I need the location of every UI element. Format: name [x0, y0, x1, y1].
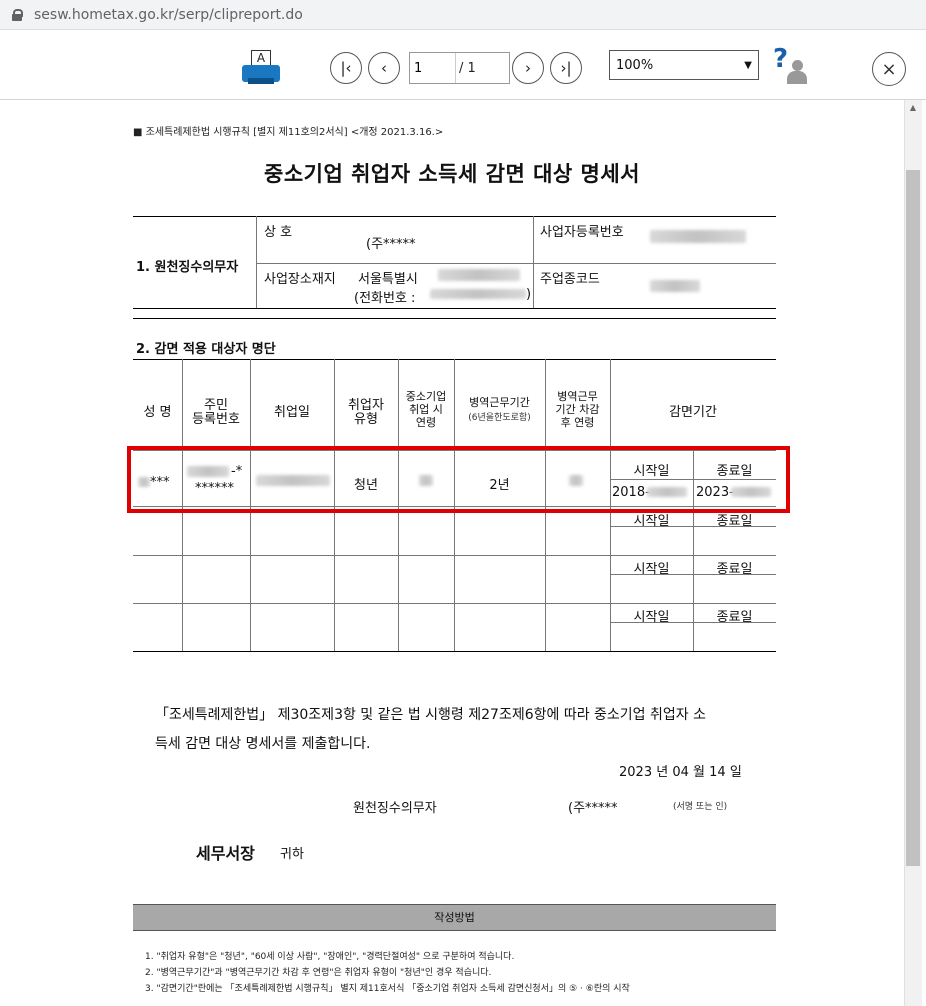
tax-office: 세무서장: [196, 844, 255, 863]
url-text[interactable]: sesw.hometax.go.kr/serp/clipreport.do: [34, 7, 303, 23]
print-tray: [248, 78, 274, 84]
address-redacted: [438, 269, 520, 281]
form-reference: ■ 조세특례제한법 시행규칙 [별지 제11호의2서식] <개정 2021.3.…: [133, 127, 444, 138]
address-city: 서울특별시: [358, 272, 418, 287]
help-icon[interactable]: ?: [773, 44, 813, 88]
signature-note: (서명 또는 인): [673, 802, 728, 812]
section1-label: 1. 원천징수의무자: [136, 260, 239, 275]
date-day-unit: 일: [729, 765, 742, 780]
close-button[interactable]: ×: [872, 52, 906, 86]
col-military-header-1: 병역근무기간: [469, 396, 530, 409]
table1-vline-2: [533, 216, 534, 308]
table1-mid-line: [256, 263, 776, 264]
col-adjusted-age-header-3: 후 연령: [560, 416, 595, 429]
instruction-1: 1. "취업자 유형"은 "청년", "60세 이상 사람", "장애인", "…: [145, 952, 515, 962]
next-page-button[interactable]: ›: [512, 52, 544, 84]
company-value: (주*****: [366, 237, 416, 252]
prev-page-button[interactable]: ‹: [368, 52, 400, 84]
phone-redacted: [430, 289, 526, 299]
lock-icon: [12, 8, 23, 21]
phone-label: (전화번호 :: [354, 291, 416, 306]
print-icon[interactable]: A: [242, 50, 280, 86]
table1-top-border: [133, 216, 776, 217]
date-year-unit: 년: [656, 765, 669, 780]
last-page-button[interactable]: ›|: [550, 52, 582, 84]
bizno-label: 사업자등록번호: [540, 225, 624, 240]
zoom-select[interactable]: 100% ▼: [609, 50, 759, 80]
question-mark: ?: [773, 44, 789, 74]
company-label: 상 호: [264, 225, 293, 240]
honorific: 귀하: [280, 847, 304, 862]
row4-end-label: 종료일: [716, 610, 753, 625]
col-hire-header: 취업일: [274, 405, 310, 420]
scroll-up-arrow[interactable]: ▲: [904, 100, 922, 116]
date-line: 2023 년 04 월 14 일: [619, 761, 742, 780]
page-input[interactable]: [410, 53, 456, 83]
page-total: / 1: [459, 60, 476, 76]
row3-start-label: 시작일: [633, 562, 670, 577]
person-body: [787, 71, 807, 84]
person-head: [792, 60, 803, 71]
row4-start-label: 시작일: [633, 610, 670, 625]
bizno-redacted: [650, 230, 746, 243]
address-label: 사업장소재지: [264, 272, 336, 287]
col-period-header: 감면기간: [669, 405, 717, 420]
viewer-toolbar: A |‹ ‹ / 1 › ›| 100% ▼ ? ×: [0, 30, 926, 100]
table1-bottom-border: [133, 308, 776, 309]
col-rrn-header-2: 등록번호: [192, 412, 240, 427]
col-age-header-3: 연령: [415, 416, 437, 429]
report-page: ■ 조세특례제한법 시행규칙 [별지 제11호의2서식] <개정 2021.3.…: [0, 100, 904, 1006]
withholder-name: (주*****: [568, 801, 618, 816]
statement-line-2: 득세 감면 대상 명세서를 제출합니다.: [155, 736, 371, 752]
table1-vline-1: [256, 216, 257, 308]
phone-close: ): [526, 287, 532, 302]
instruction-2: 2. "병역근무기간"과 "병역근무기간 차감 후 연령"은 취업자 유형이 "…: [145, 968, 492, 978]
section-separator: [133, 318, 776, 319]
date-day: 14: [709, 765, 726, 780]
scrollbar-thumb[interactable]: [906, 170, 920, 866]
statement-line-1: 「조세특례제한법」 제30조제3항 및 같은 법 시행령 제27조제6항에 따라…: [155, 707, 706, 723]
instructions-header: 작성방법: [133, 904, 776, 931]
person-icon: [787, 60, 807, 84]
highlight-box: [127, 446, 790, 513]
document-title: 중소기업 취업자 소득세 감면 대상 명세서: [264, 162, 640, 186]
industry-label: 주업종코드: [540, 272, 600, 287]
table2-bottom-border: [133, 651, 776, 652]
industry-redacted: [650, 280, 700, 292]
date-month: 04: [672, 765, 689, 780]
col-type-header-2: 유형: [354, 412, 378, 427]
row3-end-label: 종료일: [716, 562, 753, 577]
address-bar[interactable]: sesw.hometax.go.kr/serp/clipreport.do: [0, 0, 926, 30]
first-page-button[interactable]: |‹: [330, 52, 362, 84]
withholder-label: 원천징수의무자: [353, 801, 437, 816]
section2-label: 2. 감면 적용 대상자 명단: [136, 342, 276, 357]
date-month-unit: 월: [693, 765, 705, 780]
page-number-box: / 1: [409, 52, 510, 84]
col-military-header-2: (6년을한도로함): [468, 413, 531, 423]
date-year: 2023: [619, 765, 653, 780]
instruction-3: 3. "감면기간"란에는 「조세특례제한법 시행규칙」 별지 제11호서식 「중…: [145, 984, 630, 994]
chevron-down-icon: ▼: [744, 59, 752, 71]
col-name-header: 성 명: [143, 405, 172, 420]
zoom-value: 100%: [616, 57, 654, 73]
